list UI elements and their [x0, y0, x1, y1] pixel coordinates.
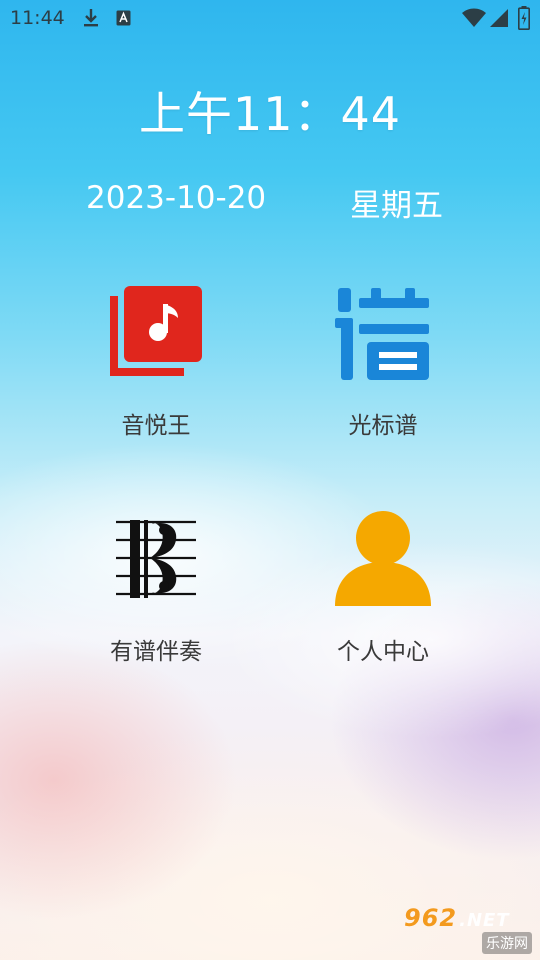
weekday-text: 星期五 [350, 188, 443, 224]
app-label: 光标谱 [348, 413, 418, 439]
download-icon [82, 8, 100, 28]
clef-staff-icon [106, 510, 206, 610]
clock-time: 上午11：44 [138, 87, 402, 141]
status-time: 11:44 [10, 7, 65, 29]
music-album-icon [106, 284, 206, 384]
status-bar: 11:44 [0, 0, 540, 36]
app-label: 个人中心 [337, 639, 429, 665]
app-tile-personal-center[interactable]: 个人中心 [293, 510, 473, 666]
signal-icon [490, 8, 508, 28]
app-label: 有谱伴奏 [110, 639, 202, 665]
app-tile-youpubanzou[interactable]: 有谱伴奏 [66, 510, 246, 666]
wifi-icon [462, 8, 486, 28]
app-tile-yinyuewang[interactable]: 音悦王 [66, 284, 246, 440]
app-label: 音悦王 [121, 413, 191, 439]
pu-character-icon [333, 284, 433, 384]
person-icon [333, 510, 433, 610]
date-text: 2023-10-20 [86, 180, 267, 216]
watermark-logo: 962 .NET 乐游网 [404, 904, 534, 954]
keyboard-a-icon [116, 10, 131, 30]
watermark-site: 乐游网 [482, 932, 532, 954]
app-tile-guangbiaopu[interactable]: 光标谱 [293, 284, 473, 440]
watermark-brand: 962 .NET [404, 904, 510, 932]
battery-charging-icon [518, 6, 530, 30]
